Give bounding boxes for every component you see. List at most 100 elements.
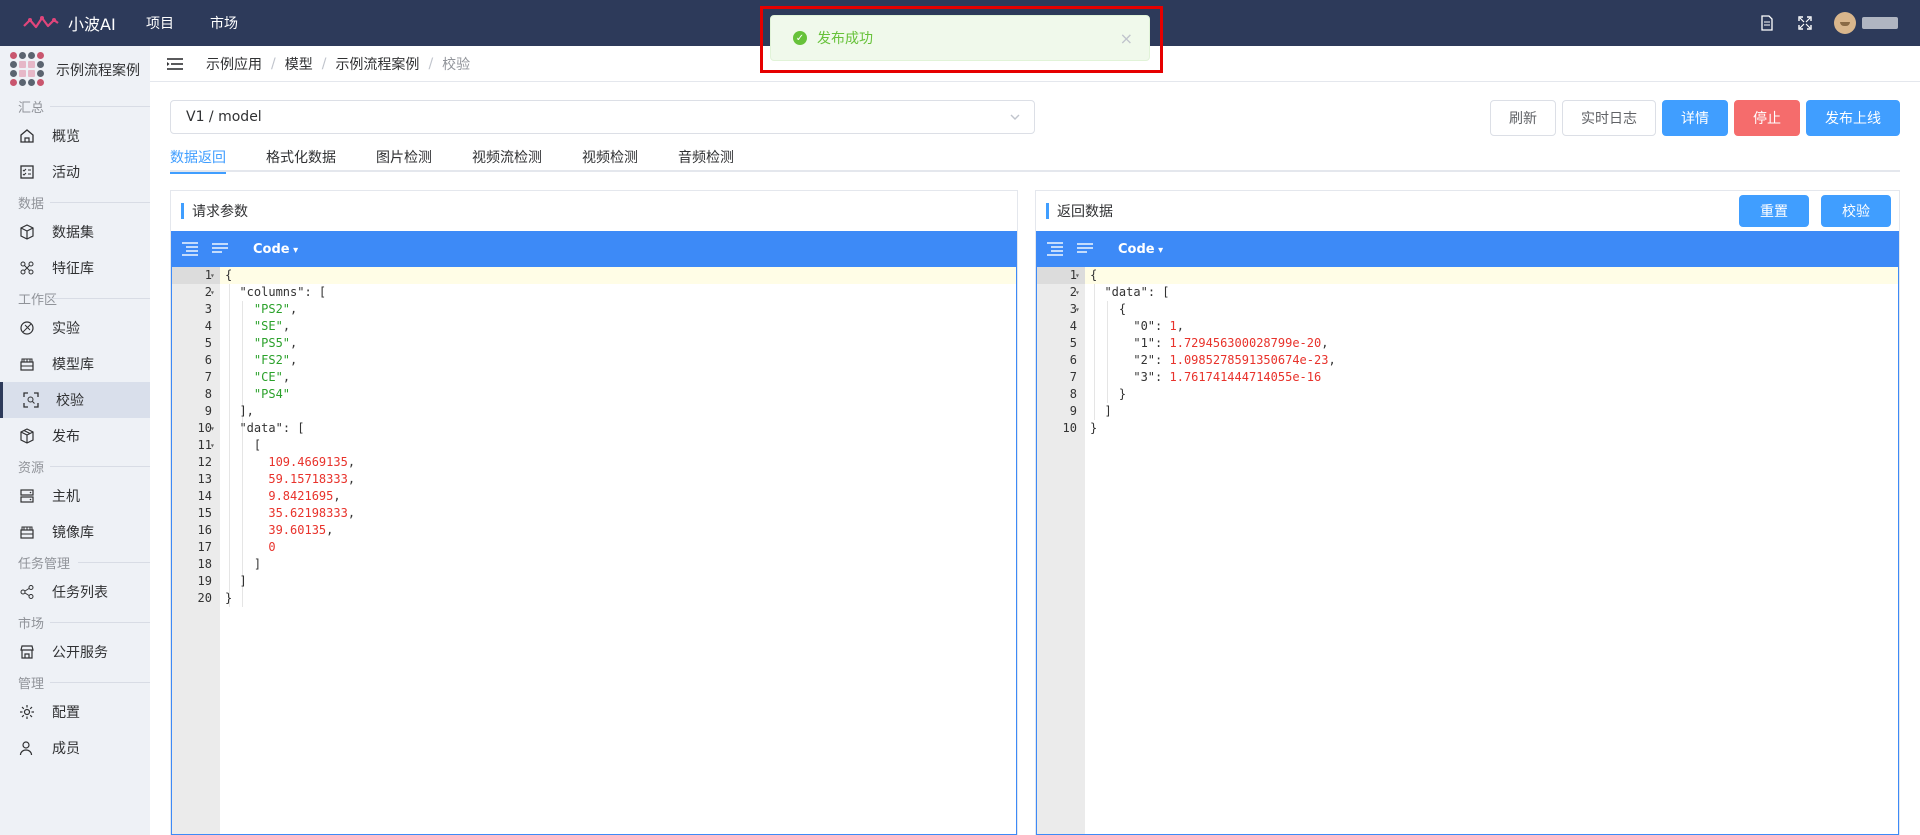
tab-video-detection[interactable]: 视频检测 <box>582 142 638 172</box>
detail-button[interactable]: 详情 <box>1662 100 1728 136</box>
experiment-icon <box>18 319 36 337</box>
request-panel: 请求参数 Code 1▾{2▾ "columns": [3 "PS2",4 "S… <box>170 190 1018 835</box>
response-json-editor[interactable]: 1 ▾{2 ▾ "data": [3 ▾ {4 "0": 1, 5 "1": 1.729… <box>1036 267 1899 835</box>
image-library-icon <box>18 523 36 541</box>
store-icon <box>18 643 36 661</box>
tab-video-stream-detection[interactable]: 视频流检测 <box>472 142 542 172</box>
publish-button[interactable]: 发布上线 <box>1806 100 1900 136</box>
reset-button[interactable]: 重置 <box>1739 195 1809 227</box>
editor-mode-dropdown[interactable]: Code <box>253 242 298 257</box>
compact-icon[interactable] <box>1076 241 1094 257</box>
brand-logo[interactable]: 小波AI <box>0 11 140 35</box>
username-blurred[interactable] <box>1862 17 1898 29</box>
code-text: "PS2", <box>253 302 298 316</box>
avatar[interactable] <box>1834 12 1856 34</box>
fold-toggle-icon[interactable]: ▾ <box>210 267 215 284</box>
menu-toggle-icon[interactable] <box>166 57 184 71</box>
tab-formatted-data[interactable]: 格式化数据 <box>266 142 336 172</box>
fold-toggle-icon[interactable]: ▾ <box>1075 267 1080 284</box>
code-line: 8 "PS4" <box>172 386 1016 403</box>
request-panel-title: 请求参数 <box>192 204 248 220</box>
section-task-management: 任务管理 <box>0 550 150 574</box>
request-json-editor[interactable]: 1 ▾{2 ▾ "columns": [3 "PS2", 4 "SE", 5 "PS5"… <box>171 267 1017 835</box>
line-number: 6 <box>1069 353 1077 367</box>
code-line: 9 ], <box>172 403 1016 420</box>
sidebar-item-image-library[interactable]: 镜像库 <box>0 514 150 550</box>
sidebar-item-public-services[interactable]: 公开服务 <box>0 634 150 670</box>
project-header[interactable]: 示例流程案例 <box>0 46 150 94</box>
fullscreen-icon[interactable] <box>1796 14 1814 32</box>
code-line: 2 ▾ "data": [ <box>1037 284 1898 301</box>
sidebar-item-settings[interactable]: 配置 <box>0 694 150 730</box>
line-number: 16 <box>197 523 212 537</box>
refresh-button[interactable]: 刷新 <box>1490 100 1556 136</box>
code-line: 1 ▾{ <box>1037 267 1898 284</box>
sidebar-item-label: 公开服务 <box>52 645 108 661</box>
sidebar-item-overview[interactable]: 概览 <box>0 118 150 154</box>
fold-toggle-icon[interactable]: ▾ <box>210 420 215 437</box>
line-number: 18 <box>197 557 212 571</box>
breadcrumb-item[interactable]: 模型 <box>285 54 313 74</box>
code-line: 7 "3": 1.761741444714055e-16 <box>1037 369 1898 386</box>
format-icon[interactable] <box>1046 241 1064 257</box>
sidebar-item-experiments[interactable]: 实验 <box>0 310 150 346</box>
breadcrumb-item[interactable]: 示例应用 <box>206 54 262 74</box>
code-text: "SE", <box>253 319 291 333</box>
sidebar-item-label: 模型库 <box>52 357 94 373</box>
sidebar-item-features[interactable]: 特征库 <box>0 250 150 286</box>
code-line: 4 "0": 1, <box>1037 318 1898 335</box>
code-text: "FS2", <box>253 353 298 367</box>
fold-toggle-icon[interactable]: ▾ <box>210 437 215 454</box>
sidebar-item-activity[interactable]: 活动 <box>0 154 150 190</box>
tab-data-return[interactable]: 数据返回 <box>170 142 226 174</box>
sidebar-item-task-list[interactable]: 任务列表 <box>0 574 150 610</box>
breadcrumb-item[interactable]: 示例流程案例 <box>335 54 419 74</box>
code-line: 12 109.4669135, <box>172 454 1016 471</box>
code-line: 8 } <box>1037 386 1898 403</box>
code-line: 20} <box>172 590 1016 607</box>
nav-projects[interactable]: 项目 <box>146 13 174 33</box>
title-accent-bar <box>1046 203 1049 219</box>
sidebar-item-members[interactable]: 成员 <box>0 730 150 766</box>
code-line: 10 ▾ "data": [ <box>172 420 1016 437</box>
line-number: 10 <box>1062 421 1077 435</box>
code-line: 1 ▾{ <box>172 267 1016 284</box>
line-number: 19 <box>197 574 212 588</box>
nav-market[interactable]: 市场 <box>210 13 238 33</box>
sidebar-item-model-library[interactable]: 模型库 <box>0 346 150 382</box>
code-text: "3": 1.761741444714055e-16 <box>1133 370 1322 384</box>
code-line: 6 "FS2", <box>172 352 1016 369</box>
sidebar-item-publish[interactable]: 发布 <box>0 418 150 454</box>
line-number: 4 <box>1069 319 1077 333</box>
sidebar-item-hosts[interactable]: 主机 <box>0 478 150 514</box>
section-admin: 管理 <box>0 670 150 694</box>
fold-toggle-icon[interactable]: ▾ <box>1075 301 1080 318</box>
tab-audio-detection[interactable]: 音频检测 <box>678 142 734 172</box>
toast-message: 发布成功 <box>817 31 873 47</box>
editor-mode-dropdown[interactable]: Code <box>1118 242 1163 257</box>
validate-button[interactable]: 校验 <box>1821 195 1891 227</box>
code-text: 35.62198333, <box>268 506 356 520</box>
code-line: 17 0 <box>172 539 1016 556</box>
project-name: 示例流程案例 <box>56 63 140 79</box>
line-number: 12 <box>197 455 212 469</box>
stop-button[interactable]: 停止 <box>1734 100 1800 136</box>
fold-toggle-icon[interactable]: ▾ <box>1075 284 1080 301</box>
code-text: } <box>225 591 233 605</box>
realtime-log-button[interactable]: 实时日志 <box>1562 100 1656 136</box>
line-number: 15 <box>197 506 212 520</box>
section-summary: 汇总 <box>0 94 150 118</box>
code-line: 16 39.60135, <box>172 522 1016 539</box>
compact-icon[interactable] <box>211 241 229 257</box>
model-library-icon <box>18 355 36 373</box>
format-icon[interactable] <box>181 241 199 257</box>
document-icon[interactable] <box>1758 14 1776 32</box>
sidebar-item-validate[interactable]: 校验 <box>0 382 150 418</box>
fold-toggle-icon[interactable]: ▾ <box>210 284 215 301</box>
sidebar-item-label: 主机 <box>52 489 80 505</box>
model-version-select[interactable]: V1 / model <box>170 100 1035 134</box>
code-text: "columns": [ <box>239 285 327 299</box>
code-text: 9.8421695, <box>268 489 341 503</box>
tab-image-detection[interactable]: 图片检测 <box>376 142 432 172</box>
sidebar-item-datasets[interactable]: 数据集 <box>0 214 150 250</box>
